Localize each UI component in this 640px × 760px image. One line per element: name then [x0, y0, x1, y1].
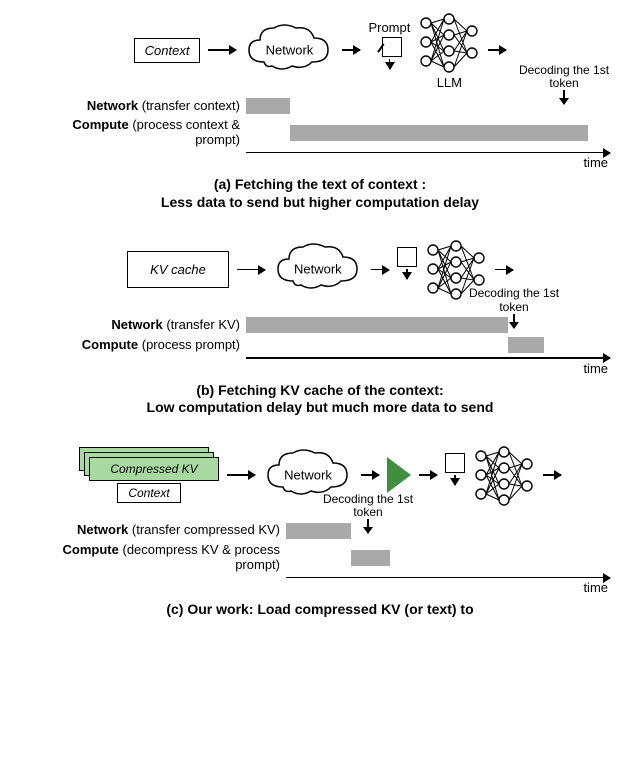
row-label: Network (transfer KV)	[40, 318, 246, 333]
caption-a: (a) Fetching the text of context :Less d…	[10, 176, 630, 211]
network-label: Network	[266, 43, 314, 58]
arrow-down-icon	[389, 59, 391, 69]
compute-bar	[290, 125, 588, 141]
compute-bar	[508, 337, 544, 353]
timeline-row-compute: Compute (process context & prompt)	[40, 118, 610, 148]
network-bar	[286, 523, 351, 539]
arrow-down-icon	[454, 475, 456, 485]
arrow-icon	[342, 49, 360, 51]
network-bar	[246, 317, 508, 333]
context-box: Context	[117, 483, 180, 503]
kvcache-box: KV cache	[127, 251, 229, 288]
prompt-box-icon	[445, 453, 465, 473]
arrow-icon	[208, 49, 236, 51]
arrow-icon	[371, 269, 389, 271]
arrow-icon	[237, 269, 265, 271]
llm-nn-icon	[418, 11, 480, 73]
decompressor-icon	[387, 457, 411, 493]
row-label: Network (transfer compressed KV)	[40, 523, 286, 538]
arrow-icon	[543, 474, 561, 476]
timeline-row-network: Network (transfer context)	[40, 98, 610, 114]
context-box: Context	[134, 38, 201, 63]
prompt-box-icon	[382, 37, 402, 57]
timeline-row-compute: Compute (decompress KV & process prompt)	[40, 543, 610, 573]
time-label: time	[40, 361, 610, 376]
prompt-input	[397, 247, 417, 279]
time-axis	[246, 357, 610, 359]
time-axis	[246, 152, 610, 154]
row-label: Network (transfer context)	[40, 99, 246, 114]
arrow-icon	[227, 474, 255, 476]
timeline-row-compute: Compute (process prompt)	[40, 337, 610, 353]
row-label: Compute (decompress KV & process prompt)	[40, 543, 286, 573]
caption-b: (b) Fetching KV cache of the context:Low…	[10, 382, 630, 417]
network-bar	[246, 98, 290, 114]
arrow-icon	[495, 269, 513, 271]
caption-c: (c) Our work: Load compressed KV (or tex…	[10, 601, 630, 619]
network-cloud-icon: Network	[244, 22, 334, 78]
timeline-row-network: Network (transfer KV)	[40, 317, 610, 333]
compressed-kv-stack: Compressed KV Context	[79, 447, 219, 503]
arrow-icon	[488, 49, 506, 51]
llm-nn-icon	[473, 444, 535, 506]
prompt-label: Prompt	[368, 20, 410, 35]
prompt-box-icon	[397, 247, 417, 267]
arrow-down-icon	[406, 269, 408, 279]
compressed-kv-layer: Compressed KV	[89, 457, 219, 481]
compute-bar	[351, 550, 390, 566]
network-cloud-icon: Network	[273, 241, 363, 297]
llm-label: LLM	[437, 75, 462, 90]
timeline-row-network: Network (transfer compressed KV)	[40, 523, 610, 539]
panel-b: KV cache Network Decoding the 1st token …	[10, 229, 630, 417]
time-label: time	[40, 155, 610, 170]
panel-c: Compressed KV Context Network Decoding t…	[10, 435, 630, 619]
arrow-icon	[419, 474, 437, 476]
panel-a: Context Network Prompt LLM Decoding the …	[10, 10, 630, 211]
arrow-icon	[361, 474, 379, 476]
time-axis	[286, 577, 610, 579]
timeline-a: Decoding the 1st token Network (transfer…	[40, 98, 610, 170]
time-label: time	[40, 580, 610, 595]
timeline-b: Decoding the 1st token Network (transfer…	[40, 317, 610, 376]
row-label: Compute (process prompt)	[40, 338, 246, 353]
network-label: Network	[294, 262, 342, 277]
row-label: Compute (process context & prompt)	[40, 118, 246, 148]
prompt-input	[445, 453, 465, 485]
network-label: Network	[284, 467, 332, 482]
timeline-c: Decoding the 1st token Network (transfer…	[40, 523, 610, 595]
prompt-input: Prompt	[368, 20, 410, 69]
